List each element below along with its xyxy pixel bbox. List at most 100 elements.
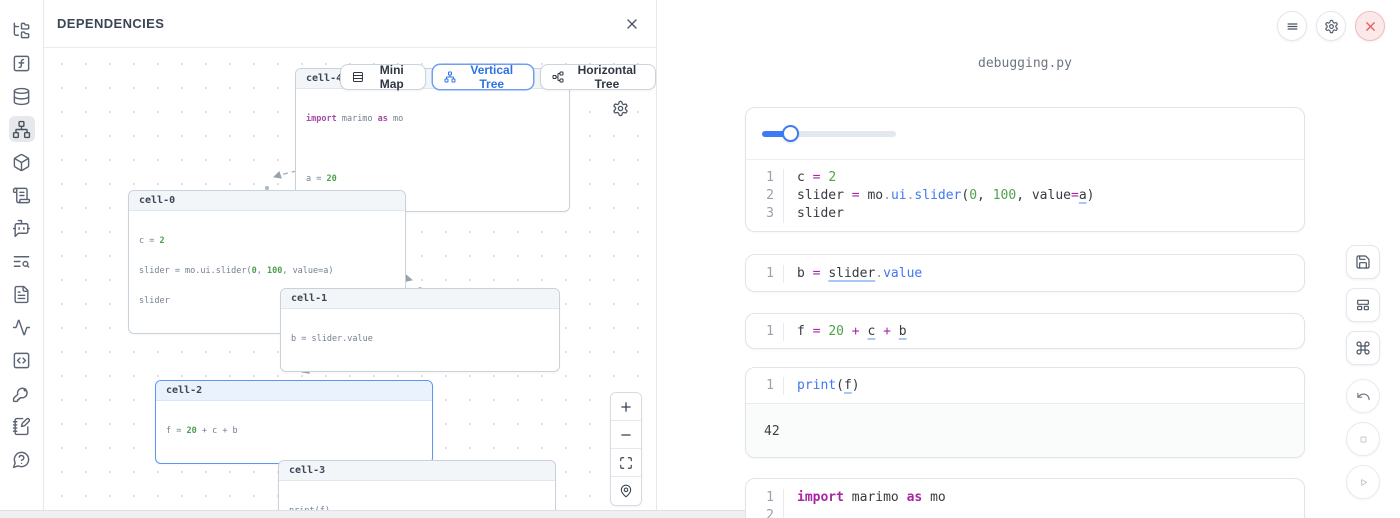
data-sources-icon[interactable] — [9, 83, 35, 109]
panel-title: DEPENDENCIES — [57, 16, 164, 31]
secrets-icon[interactable] — [9, 380, 35, 406]
horizontal-tree-icon — [552, 70, 564, 84]
close-icon — [624, 16, 640, 32]
line-number: 1 — [746, 323, 784, 341]
dependencies-icon[interactable] — [9, 116, 35, 142]
vertical-tree-icon — [444, 70, 456, 84]
cell-output: 42 — [746, 403, 1304, 458]
notebook-area: debugging.py 1c = 2 2slider = mo.ui.slid… — [657, 0, 1400, 518]
code-editor[interactable]: 1import marimo as mo 2 — [746, 479, 1304, 518]
file-explorer-icon[interactable] — [9, 17, 35, 43]
undo-button[interactable] — [1346, 379, 1380, 413]
notebook-settings-button[interactable] — [1316, 11, 1346, 41]
fit-view-button[interactable] — [611, 449, 641, 477]
stop-icon — [1356, 432, 1371, 447]
graph-settings-button[interactable] — [612, 100, 629, 117]
code-line — [784, 507, 805, 518]
scratchpad-icon[interactable] — [9, 413, 35, 439]
notebook-filename[interactable]: debugging.py — [745, 56, 1305, 71]
code-line: c = 2 — [784, 169, 836, 187]
snippets-icon[interactable] — [9, 347, 35, 373]
minus-icon — [619, 428, 633, 442]
notebook-cell-print[interactable]: 1print(f) 42 — [745, 367, 1305, 458]
node-title: cell-2 — [156, 381, 432, 401]
code-line: print(f) — [784, 377, 860, 395]
node-title: cell-3 — [279, 461, 555, 481]
code-editor[interactable]: 1b = slider.value — [746, 255, 1304, 292]
node-code: f = 20 + c + b — [156, 401, 432, 463]
gear-icon — [1324, 19, 1339, 34]
zoom-out-button[interactable] — [611, 421, 641, 449]
notebook-cell-b[interactable]: 1b = slider.value — [745, 254, 1305, 292]
line-number: 1 — [746, 377, 784, 395]
stop-button[interactable] — [1346, 422, 1380, 456]
notebook-menu-button[interactable] — [1277, 11, 1307, 41]
dependencies-panel-header: DEPENDENCIES — [44, 0, 656, 48]
graph-node-cell-3[interactable]: cell-3 print(f) — [278, 460, 556, 510]
code-editor[interactable]: 1f = 20 + c + b — [746, 314, 1304, 349]
save-button[interactable] — [1346, 245, 1380, 279]
undo-icon — [1356, 389, 1371, 404]
zoom-controls — [610, 392, 642, 506]
line-number: 3 — [746, 205, 784, 223]
helper-panel-rail — [0, 0, 44, 518]
mini-map-label: Mini Map — [370, 63, 414, 91]
notebook-action-column — [1346, 245, 1380, 499]
line-number: 1 — [746, 169, 784, 187]
line-number: 2 — [746, 507, 784, 518]
mini-map-button[interactable]: Mini Map — [340, 64, 426, 90]
help-icon[interactable] — [9, 446, 35, 472]
command-icon — [1355, 340, 1371, 356]
gear-icon — [612, 100, 629, 117]
maximize-icon — [619, 456, 633, 470]
locate-button[interactable] — [611, 477, 641, 505]
code-line: slider = mo.ui.slider(0, 100, value=a) — [784, 187, 1094, 205]
graph-view-toolbar: Mini Map Vertical Tree Horizontal Tree — [340, 64, 656, 90]
horizontal-tree-button[interactable]: Horizontal Tree — [540, 64, 656, 90]
run-button[interactable] — [1346, 465, 1380, 499]
tracing-icon[interactable] — [9, 314, 35, 340]
notebook-cell-slider[interactable]: 1c = 2 2slider = mo.ui.slider(0, 100, va… — [745, 107, 1305, 232]
packages-icon[interactable] — [9, 149, 35, 175]
mini-map-icon — [352, 70, 364, 84]
code-line: import marimo as mo — [784, 489, 946, 507]
line-number: 1 — [746, 265, 784, 283]
notebook-cell-import[interactable]: 1import marimo as mo 2 — [745, 478, 1305, 518]
slider-track[interactable] — [762, 131, 896, 137]
close-panel-button[interactable] — [624, 16, 640, 32]
play-icon — [1356, 475, 1371, 490]
graph-node-cell-2[interactable]: cell-2 f = 20 + c + b — [155, 380, 433, 464]
window-bottom-strip — [0, 510, 745, 518]
code-line: f = 20 + c + b — [784, 323, 907, 341]
node-title: cell-1 — [281, 289, 559, 309]
vertical-tree-label: Vertical Tree — [462, 63, 522, 91]
node-title: cell-0 — [129, 191, 405, 211]
shutdown-button[interactable] — [1355, 11, 1385, 41]
chat-icon[interactable] — [9, 215, 35, 241]
line-number: 2 — [746, 187, 784, 205]
close-icon — [1363, 19, 1378, 34]
horizontal-tree-label: Horizontal Tree — [570, 63, 644, 91]
code-line: slider — [784, 205, 844, 223]
notebook-topbar — [1277, 11, 1385, 41]
slider-output — [746, 108, 1304, 160]
dependency-graph-canvas[interactable]: cell-4 import marimo as mo a = 20 cell-0… — [44, 48, 656, 510]
dependencies-panel: DEPENDENCIES — [44, 0, 657, 510]
vertical-tree-button[interactable]: Vertical Tree — [432, 64, 534, 90]
search-logs-icon[interactable] — [9, 248, 35, 274]
slider-thumb[interactable] — [782, 125, 799, 142]
variables-icon[interactable] — [9, 50, 35, 76]
documentation-icon[interactable] — [9, 281, 35, 307]
plus-icon — [619, 400, 633, 414]
node-code: b = slider.value — [281, 309, 559, 371]
zoom-in-button[interactable] — [611, 393, 641, 421]
line-number: 1 — [746, 489, 784, 507]
layout-button[interactable] — [1346, 288, 1380, 322]
logs-icon[interactable] — [9, 182, 35, 208]
code-editor[interactable]: 1c = 2 2slider = mo.ui.slider(0, 100, va… — [746, 160, 1304, 232]
code-line: b = slider.value — [784, 265, 922, 283]
graph-node-cell-1[interactable]: cell-1 b = slider.value — [280, 288, 560, 372]
command-palette-button[interactable] — [1346, 331, 1380, 365]
code-editor[interactable]: 1print(f) — [746, 368, 1304, 403]
notebook-cell-f[interactable]: 1f = 20 + c + b — [745, 313, 1305, 349]
